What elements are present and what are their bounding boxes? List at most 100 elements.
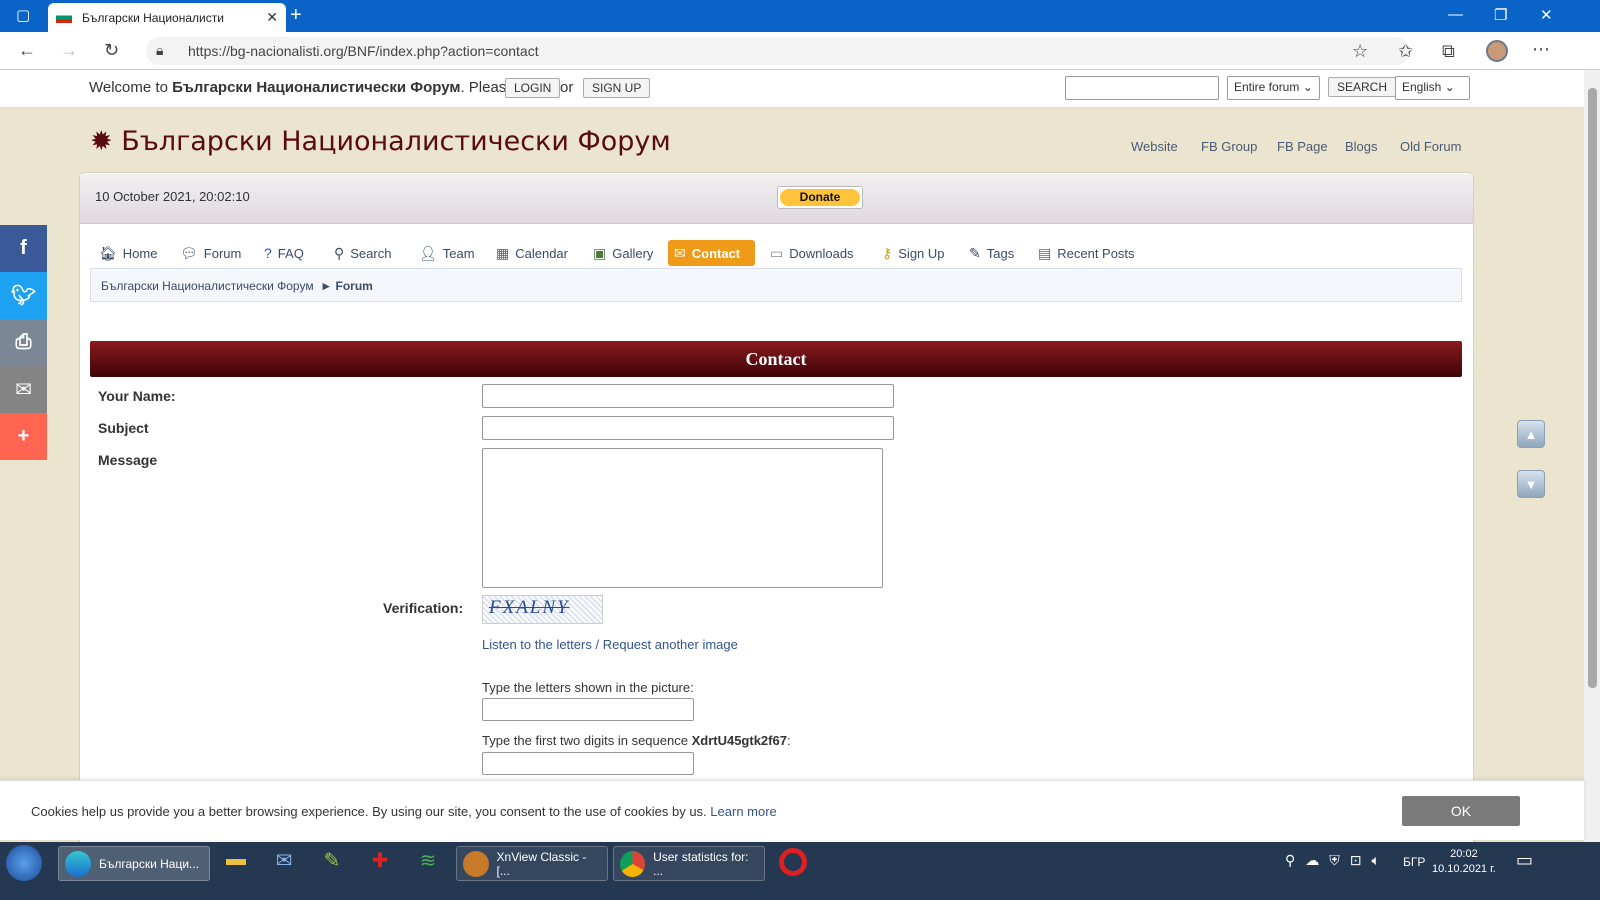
link-old-forum[interactable]: Old Forum: [1400, 139, 1461, 154]
nav-contact[interactable]: ✉ Contact: [668, 240, 755, 266]
start-button[interactable]: [6, 845, 42, 881]
message-textarea[interactable]: [482, 448, 883, 588]
taskbar-edge[interactable]: Български Наци...: [58, 846, 210, 881]
clock-date: 10.10.2021 г.: [1432, 863, 1496, 875]
subject-input[interactable]: [482, 416, 894, 440]
donate-button[interactable]: Donate: [777, 186, 863, 209]
language-value: English: [1402, 80, 1442, 94]
nav-gallery-label: Gallery: [612, 245, 654, 261]
twitter-share-button[interactable]: 🐦︎: [0, 272, 47, 319]
window-close-icon[interactable]: ✕: [1540, 6, 1553, 24]
digits-sequence: XdrtU45gtk2f67: [691, 733, 787, 748]
mail-app-icon[interactable]: ✉: [270, 848, 298, 876]
file-explorer-icon[interactable]: ▬: [222, 848, 250, 876]
taskbar-clock[interactable]: 20:02 10.10.2021 г.: [1432, 847, 1496, 877]
back-icon[interactable]: ←: [18, 40, 36, 61]
uk-flag-icon[interactable]: ✚: [366, 848, 394, 876]
taskbar-chrome[interactable]: User statistics for: ...: [613, 846, 765, 881]
system-tray-icons[interactable]: ⚲☁⛨⊡🔈︎: [1285, 852, 1390, 869]
more-share-button[interactable]: +: [0, 413, 47, 460]
search-input[interactable]: [1065, 76, 1219, 100]
donate-label: Donate: [780, 189, 860, 206]
link-fb-page[interactable]: FB Page: [1277, 139, 1328, 154]
cookie-ok-button[interactable]: OK: [1402, 796, 1520, 826]
forum-topbar: Welcome to Български Националистически Ф…: [0, 70, 1584, 108]
print-button[interactable]: ⎙: [0, 319, 47, 366]
facebook-share-button[interactable]: f: [0, 225, 47, 272]
taskbar-xnview-label: XnView Classic - [...: [496, 849, 587, 878]
minimize-icon[interactable]: —: [1448, 6, 1463, 23]
more-menu-icon[interactable]: ⋯: [1532, 39, 1550, 60]
nav-search[interactable]: ⚲ Search: [328, 240, 397, 266]
nav-team[interactable]: 👤︎ Team: [413, 240, 481, 266]
search-scope-select[interactable]: Entire forum ⌄: [1227, 76, 1320, 100]
notifications-icon[interactable]: ▭: [1516, 850, 1533, 871]
nav-tags-label: Tags: [986, 245, 1015, 261]
help-icon: ?: [264, 245, 272, 261]
profile-avatar[interactable]: [1486, 40, 1508, 62]
link-fb-group[interactable]: FB Group: [1201, 139, 1257, 154]
link-blogs[interactable]: Blogs: [1345, 139, 1378, 154]
home-icon: 🏠︎: [99, 244, 117, 261]
scroll-up-button[interactable]: ▲: [1517, 420, 1545, 448]
tab-close-icon[interactable]: ✕: [266, 9, 278, 26]
nav-team-label: Team: [442, 245, 475, 261]
breadcrumb-root[interactable]: Български Националистически Форум: [101, 279, 314, 293]
signup-button[interactable]: SIGN UP: [583, 78, 651, 98]
nav-tags[interactable]: ✎ Tags: [963, 240, 1020, 266]
nav-home[interactable]: 🏠︎ Home: [93, 240, 163, 266]
tab-title: Български Националисти: [82, 10, 224, 25]
captcha-letters-input[interactable]: [482, 698, 694, 721]
nav-gallery[interactable]: ▣ Gallery: [587, 240, 659, 266]
logo-text: Български Националистически Форум: [121, 126, 671, 157]
forum-icon: 💬︎: [180, 244, 198, 261]
listen-letters-link[interactable]: Listen to the letters: [482, 637, 592, 652]
scroll-down-button[interactable]: ▼: [1517, 470, 1545, 498]
cookie-learn-more-link[interactable]: Learn more: [710, 804, 776, 819]
url-field[interactable]: https://bg-nacionalisti.org/BNF/index.ph…: [146, 37, 1410, 65]
breadcrumb-current[interactable]: Forum: [336, 279, 373, 293]
twitter-icon: 🐦︎: [10, 285, 37, 307]
your-name-input[interactable]: [482, 384, 894, 408]
nav-recent-posts[interactable]: ▤ Recent Posts: [1032, 240, 1141, 266]
nav-calendar[interactable]: ▦ Calendar: [490, 240, 574, 266]
nav-downloads[interactable]: ▭ Downloads: [764, 240, 860, 266]
browser-tab[interactable]: Български Националисти ✕: [48, 3, 286, 32]
contact-form-header: Contact: [90, 341, 1462, 377]
restore-icon[interactable]: ❐: [1494, 6, 1507, 24]
login-button[interactable]: LOGIN: [505, 78, 561, 98]
calendar-icon: ▦: [496, 244, 510, 261]
taskbar-xnview[interactable]: XnView Classic - [...: [456, 846, 608, 881]
notepad-icon[interactable]: ✎: [318, 848, 346, 876]
page-scrollbar-thumb[interactable]: [1588, 88, 1597, 688]
document-icon: ▤: [1038, 244, 1052, 261]
tab-actions-icon[interactable]: ▢: [16, 6, 30, 24]
opera-icon[interactable]: [779, 848, 807, 876]
digits-input[interactable]: [482, 752, 694, 775]
link-website[interactable]: Website: [1131, 139, 1178, 154]
input-language[interactable]: БГР: [1403, 855, 1425, 869]
forward-icon[interactable]: →: [60, 40, 78, 61]
request-image-link[interactable]: Request another image: [603, 637, 738, 652]
facebook-icon: f: [20, 237, 27, 259]
tags-icon: ✎: [969, 244, 981, 261]
nav-signup[interactable]: ⚷ Sign Up: [876, 240, 951, 266]
downloads-icon: ▭: [770, 244, 784, 261]
email-share-button[interactable]: ✉: [0, 366, 47, 413]
lock-icon[interactable]: 🔒︎: [156, 42, 163, 59]
web-page: Welcome to Български Националистически Ф…: [0, 70, 1584, 842]
verification-label: Verification:: [383, 600, 464, 616]
collections-icon[interactable]: ⧉: [1442, 41, 1455, 62]
digits-suffix: :: [786, 733, 791, 748]
stack-app-icon[interactable]: ≋: [414, 848, 442, 876]
new-tab-button[interactable]: +: [290, 4, 302, 27]
taskbar-chrome-label: User statistics for: ...: [653, 849, 749, 878]
forum-logo[interactable]: ✹ Български Националистически Форум: [90, 126, 671, 157]
refresh-icon[interactable]: ↻: [104, 40, 119, 61]
language-select[interactable]: English ⌄: [1395, 76, 1470, 100]
favorites-icon[interactable]: ✩: [1398, 41, 1413, 62]
search-button[interactable]: SEARCH: [1328, 77, 1397, 97]
nav-forum[interactable]: 💬︎ Forum: [174, 240, 247, 266]
nav-faq[interactable]: ? FAQ: [258, 240, 310, 266]
favorite-add-icon[interactable]: ☆: [1352, 41, 1368, 62]
